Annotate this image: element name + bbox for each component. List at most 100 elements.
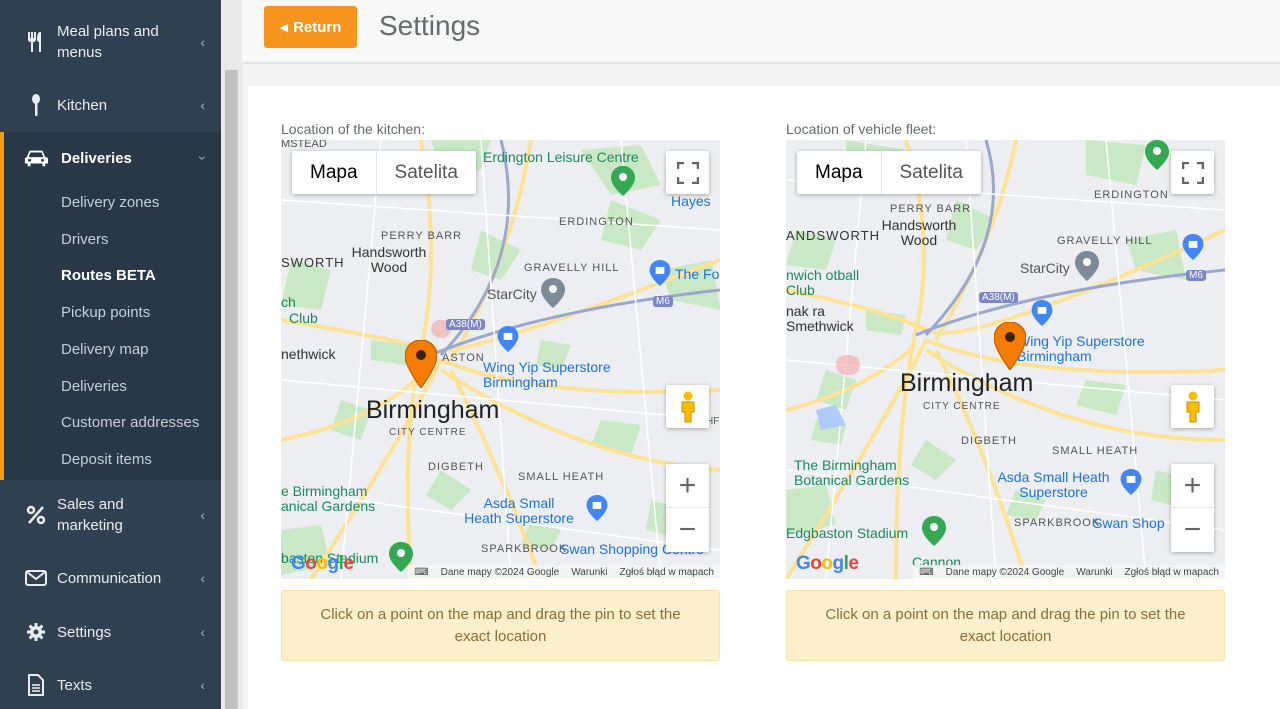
sidebar: Meal plans and menus ‹ Kitchen ‹ Deliver… <box>0 0 221 709</box>
map-place-label: Handsworth Wood <box>881 217 957 248</box>
terms-link[interactable]: Warunki <box>571 567 607 578</box>
map-place-label: Wing Yip Superstore Birmingham <box>1017 333 1145 364</box>
map-place-label: GRAVELLY HILL <box>1057 235 1153 247</box>
zoom-in-button[interactable]: + <box>666 464 709 508</box>
map-place-label: Erdington Leisure Centre <box>483 149 639 165</box>
map-place-label: CITY CENTRE <box>923 401 1001 412</box>
map-place-label: SPARKBROOK <box>481 543 568 555</box>
map-place-label: StarCity <box>1020 260 1070 276</box>
sidebar-sub-drivers[interactable]: Drivers <box>61 231 109 248</box>
sidebar-item-label: Kitchen <box>57 96 108 114</box>
green-poi-icon <box>922 516 946 546</box>
sidebar-item-label: Deliveries <box>61 149 132 167</box>
fullscreen-icon <box>1181 161 1204 184</box>
road-shield: M6 <box>1186 270 1206 281</box>
map-type-satellite-button[interactable]: Satelita <box>882 151 981 194</box>
map-city-label: Birmingham <box>900 369 1034 397</box>
map-place-label: PERRY BARR <box>890 203 972 215</box>
map-place-label: DIGBETH <box>961 435 1017 447</box>
sidebar-scrollbar[interactable] <box>221 0 242 709</box>
map-place-label: ERDINGTON <box>559 216 634 228</box>
map-place-label: Asda Small Heath Superstore <box>464 495 574 526</box>
fork-knife-icon <box>24 30 48 54</box>
map-place-label: Asda Small Heath Superstore <box>997 469 1110 500</box>
sidebar-item-label: Sales and marketing <box>57 496 124 534</box>
sidebar-item-meal-plans[interactable]: Meal plans and menus ‹ <box>0 20 221 64</box>
fleet-map[interactable]: ERDINGTON PERRY BARR Handsworth Wood AND… <box>786 140 1225 579</box>
location-pin-icon[interactable] <box>994 322 1026 370</box>
fleet-map-notice: Click on a point on the map and drag the… <box>786 590 1225 661</box>
map-data-credit: Dane mapy ©2024 Google <box>945 566 1065 578</box>
map-place-label: SPARKBROOK <box>1014 517 1101 529</box>
zoom-out-button[interactable]: − <box>666 508 709 552</box>
chevron-left-icon: ‹ <box>200 677 205 693</box>
map-place-label: nethwick <box>281 346 336 362</box>
map-type-map-button[interactable]: Mapa <box>292 151 377 194</box>
chevron-left-icon: ‹ <box>200 507 205 523</box>
return-button-label: Return <box>293 18 342 36</box>
kitchen-location-label: Location of the kitchen: <box>281 121 425 137</box>
car-icon <box>24 146 48 170</box>
map-place-label: Edgbaston Stadium <box>786 525 909 541</box>
map-place-label: MSTEAD <box>281 140 327 150</box>
grey-poi-icon <box>541 278 565 308</box>
shopping-poi-icon <box>1120 469 1142 495</box>
map-place-label: The Birmingham Botanical Gardens <box>794 457 910 488</box>
road-shield: A38(M) <box>979 292 1018 303</box>
sidebar-item-deliveries[interactable]: Deliveries ‹ <box>4 146 221 170</box>
sidebar-sub-deposit-items[interactable]: Deposit items <box>61 451 152 468</box>
scrollbar-thumb[interactable] <box>225 70 238 709</box>
page-title: Settings <box>379 10 481 41</box>
map-place-label: Handsworth Wood <box>351 244 427 275</box>
map-place-label: GRAVELLY HILL <box>524 262 620 274</box>
chevron-left-icon: ‹ <box>200 570 205 586</box>
sidebar-item-sales-marketing[interactable]: Sales and marketing ‹ <box>0 493 221 537</box>
map-place-label: CITY CENTRE <box>389 427 467 438</box>
report-error-link[interactable]: Zgłoś błąd w mapach <box>1125 567 1220 578</box>
sidebar-item-communication[interactable]: Communication ‹ <box>0 567 221 589</box>
fullscreen-button[interactable] <box>666 151 709 194</box>
map-type-map-button[interactable]: Mapa <box>797 151 882 194</box>
sidebar-item-kitchen[interactable]: Kitchen ‹ <box>0 94 221 116</box>
sidebar-item-label: Settings <box>57 623 112 641</box>
keyboard-icon[interactable]: ⌨ <box>414 567 428 578</box>
sidebar-item-texts[interactable]: Texts ‹ <box>0 674 221 696</box>
sidebar-sub-customer-addresses[interactable]: Customer addresses <box>61 414 199 431</box>
shopping-poi-icon <box>649 260 671 286</box>
pegman-icon <box>1186 391 1199 422</box>
keyboard-icon[interactable]: ⌨ <box>919 567 933 578</box>
map-place-label: ch <box>281 294 296 310</box>
map-type-satellite-button[interactable]: Satelita <box>377 151 476 194</box>
report-error-link[interactable]: Zgłoś błąd w mapach <box>620 567 715 578</box>
sidebar-sub-pickup-points[interactable]: Pickup points <box>61 304 150 321</box>
sidebar-sub-delivery-zones[interactable]: Delivery zones <box>61 194 159 211</box>
map-place-label: SMALL HEATH <box>518 471 605 483</box>
sidebar-sub-delivery-map[interactable]: Delivery map <box>61 341 149 358</box>
sidebar-item-settings[interactable]: Settings ‹ <box>0 621 221 643</box>
map-place-label: nak ra Smethwick <box>786 303 854 334</box>
fullscreen-button[interactable] <box>1171 151 1214 194</box>
map-place-label: SMALL HEATH <box>1052 445 1139 457</box>
street-view-button[interactable] <box>666 385 709 428</box>
shopping-poi-icon <box>1182 234 1204 260</box>
kitchen-map[interactable]: MSTEAD Erdington Leisure Centre Hayes ER… <box>281 140 720 579</box>
map-data-credit: Dane mapy ©2024 Google <box>440 566 560 578</box>
location-pin-icon[interactable] <box>405 340 437 388</box>
map-place-label: Swan Shop <box>1093 515 1165 531</box>
google-logo: Google <box>796 553 859 574</box>
road-shield: A38(M) <box>446 319 485 330</box>
sidebar-sub-routes[interactable]: Routes BETA <box>61 267 156 284</box>
green-poi-icon <box>611 166 635 196</box>
zoom-in-button[interactable]: + <box>1171 464 1214 508</box>
fullscreen-icon <box>676 161 699 184</box>
zoom-out-button[interactable]: − <box>1171 508 1214 552</box>
fleet-location-label: Location of vehicle fleet: <box>786 121 937 137</box>
map-place-label: Club <box>289 310 318 326</box>
street-view-button[interactable] <box>1171 385 1214 428</box>
map-place-label: Wing Yip Superstore Birmingham <box>483 359 611 390</box>
kitchen-map-notice: Click on a point on the map and drag the… <box>281 590 720 661</box>
terms-link[interactable]: Warunki <box>1076 567 1112 578</box>
map-attribution: ⌨ Dane mapy ©2024 Google Warunki Zgłoś b… <box>913 565 1225 579</box>
return-button[interactable]: ◀ Return <box>264 6 357 48</box>
sidebar-sub-deliveries[interactable]: Deliveries <box>61 378 127 395</box>
